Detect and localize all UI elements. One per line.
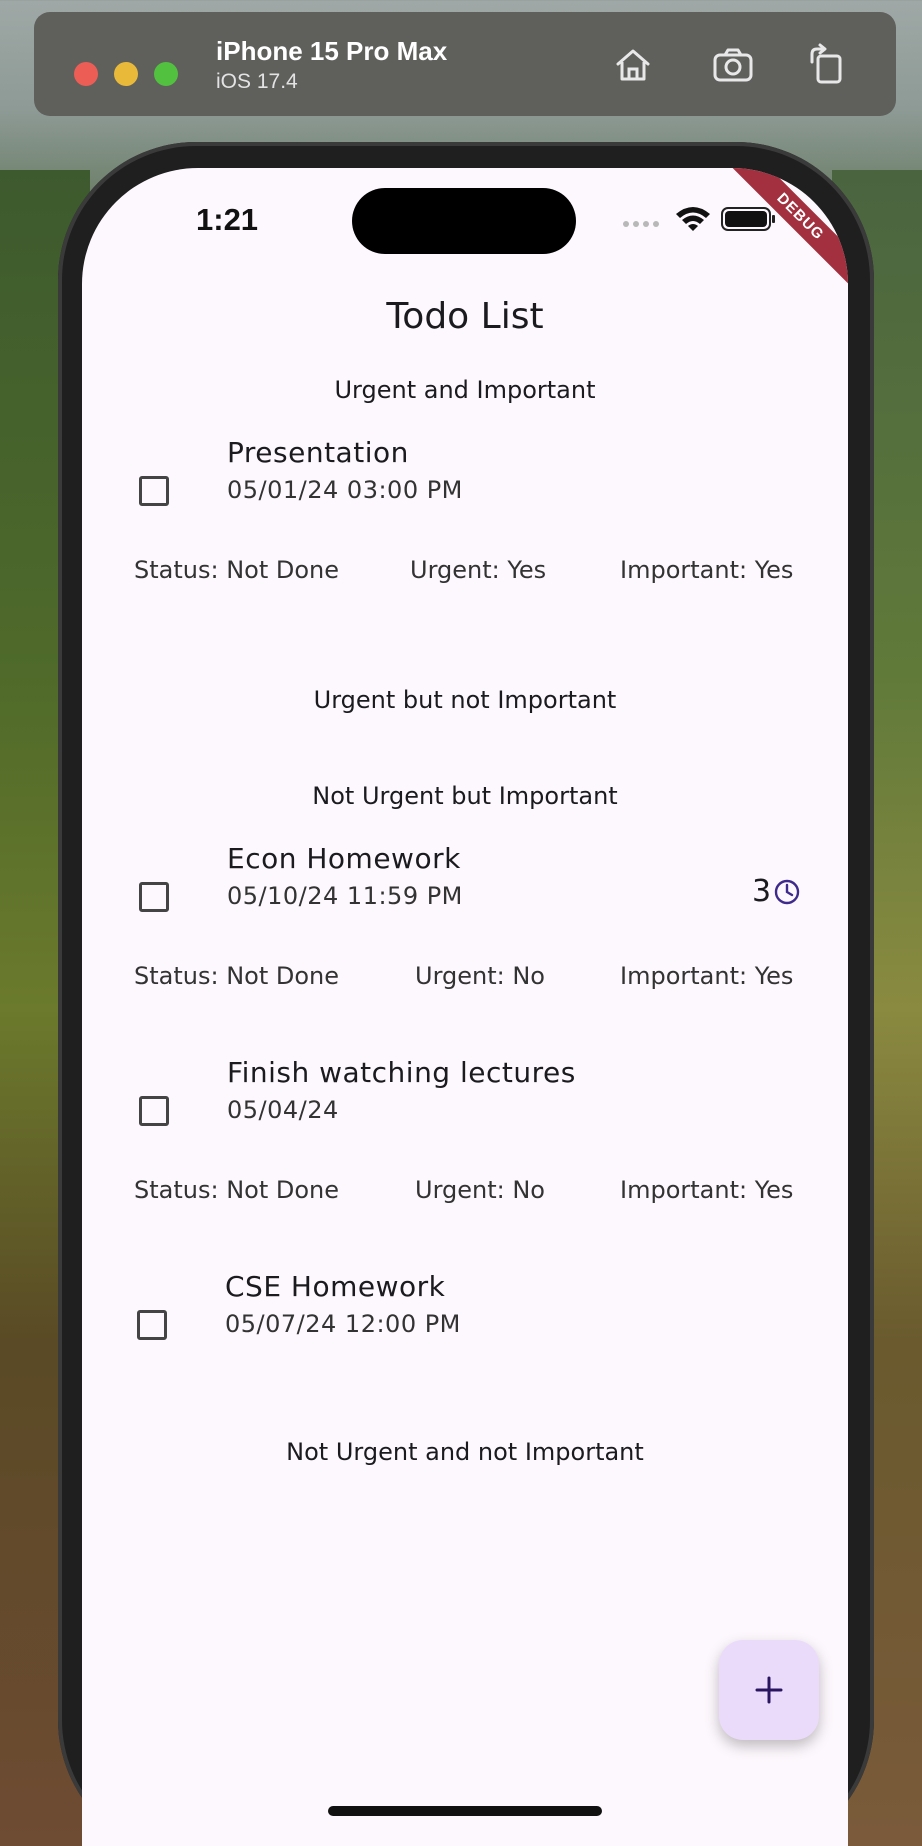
rotate-icon[interactable]	[804, 42, 850, 88]
task-important: Important: Yes	[620, 1176, 794, 1204]
reminder-count: 3	[752, 874, 772, 909]
home-icon[interactable]	[610, 42, 656, 88]
os-version: iOS 17.4	[216, 70, 298, 93]
task-checkbox[interactable]	[139, 1096, 169, 1126]
zoom-window-button[interactable]	[154, 62, 178, 86]
device-name: iPhone 15 Pro Max	[216, 36, 448, 66]
screenshot-icon[interactable]	[710, 42, 756, 88]
task-date: 05/01/24 03:00 PM	[227, 476, 463, 504]
task-row[interactable]: CSE Homework 05/07/24 12:00 PM	[82, 1270, 848, 1370]
section-header-urgent-not-important: Urgent but not Important	[313, 686, 617, 714]
home-indicator[interactable]	[328, 1806, 602, 1816]
task-row[interactable]: Presentation 05/01/24 03:00 PM	[82, 436, 848, 536]
dynamic-island	[352, 188, 576, 254]
status-icons	[623, 207, 775, 231]
task-date: 05/07/24 12:00 PM	[225, 1310, 461, 1338]
close-window-button[interactable]	[74, 62, 98, 86]
simulator-toolbar: iPhone 15 Pro Max iOS 17.4	[34, 12, 896, 116]
task-status: Status: Not Done	[134, 962, 340, 990]
task-important: Important: Yes	[620, 556, 794, 584]
task-checkbox[interactable]	[139, 882, 169, 912]
status-time: 1:21	[196, 202, 259, 237]
task-checkbox[interactable]	[137, 1310, 167, 1340]
cellular-signal-icon	[623, 221, 659, 227]
task-name: Finish watching lectures	[227, 1056, 576, 1089]
task-important: Important: Yes	[620, 962, 794, 990]
plus-icon	[755, 1676, 783, 1704]
phone-screen: 1:21 DEBUG Todo List Urgent and Importan…	[82, 168, 848, 1846]
add-task-button[interactable]	[719, 1640, 819, 1740]
wifi-icon	[676, 207, 710, 231]
task-status: Status: Not Done	[134, 556, 340, 584]
section-header-urgent-important: Urgent and Important	[334, 376, 596, 404]
task-name: CSE Homework	[225, 1270, 446, 1303]
task-urgent: Urgent: No	[415, 962, 545, 990]
task-urgent: Urgent: Yes	[410, 556, 547, 584]
section-header-not-urgent-not-important: Not Urgent and not Important	[286, 1438, 644, 1466]
reminder-indicator[interactable]: 3	[752, 874, 801, 909]
task-checkbox[interactable]	[139, 476, 169, 506]
task-row[interactable]: Econ Homework 05/10/24 11:59 PM 3	[82, 842, 848, 942]
task-row[interactable]: Finish watching lectures 05/04/24	[82, 1056, 848, 1156]
task-urgent: Urgent: No	[415, 1176, 545, 1204]
task-name: Econ Homework	[227, 842, 461, 875]
clock-icon	[774, 879, 800, 904]
task-status: Status: Not Done	[134, 1176, 340, 1204]
minimize-window-button[interactable]	[114, 62, 138, 86]
page-title: Todo List	[386, 296, 544, 337]
section-header-not-urgent-important: Not Urgent but Important	[312, 782, 618, 810]
battery-icon	[721, 207, 775, 231]
task-date: 05/04/24	[227, 1096, 339, 1124]
task-name: Presentation	[227, 436, 409, 469]
task-date: 05/10/24 11:59 PM	[227, 882, 463, 910]
